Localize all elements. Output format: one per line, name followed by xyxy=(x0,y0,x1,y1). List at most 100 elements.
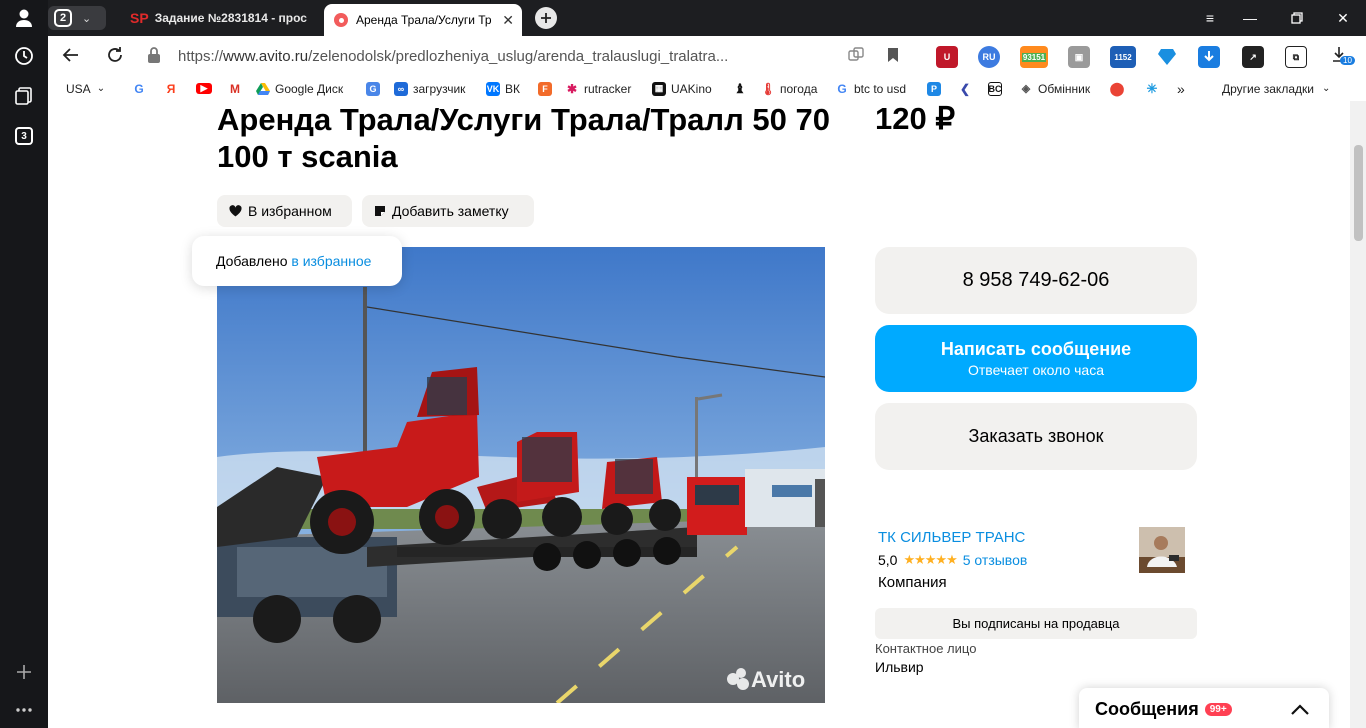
heart-icon xyxy=(229,205,242,217)
diamond-extension-icon[interactable] xyxy=(1156,46,1178,68)
calendar-extension-icon[interactable]: 1152 xyxy=(1110,46,1136,68)
bookmark-google[interactable]: G xyxy=(132,80,151,97)
bookmark-google-drive[interactable]: Google Диск xyxy=(256,80,343,97)
bookmark-weather[interactable]: 🌡︎ погода xyxy=(760,80,818,97)
note-icon xyxy=(375,206,385,216)
favorite-label: В избранном xyxy=(248,203,332,219)
messages-widget[interactable]: Сообщения 99+ xyxy=(1079,688,1329,728)
bookmark-yandex[interactable]: Я xyxy=(164,80,183,97)
bookmark-usa[interactable]: USA ⌄ xyxy=(66,80,105,97)
bookmark-label: загрузчик xyxy=(413,81,466,96)
write-message-button[interactable]: Написать сообщение Отвечает около часа xyxy=(875,325,1197,392)
bookmark-gmail[interactable]: M xyxy=(228,80,247,97)
toast-text: Добавлено xyxy=(216,253,288,269)
briefcase-extension-icon[interactable]: ▣ xyxy=(1068,46,1090,68)
bookmark-arrow[interactable]: ❮ xyxy=(958,80,977,97)
tab-avito[interactable]: Аренда Трала/Услуги Тр ✕ xyxy=(324,4,522,36)
bookmark-star[interactable]: ✳ xyxy=(1145,80,1164,97)
tab-task[interactable]: SP Задание №2831814 - прос xyxy=(122,4,322,32)
bookmark-maps[interactable]: ⬤ xyxy=(1110,80,1129,97)
calendar-badge: 1152 xyxy=(1114,52,1132,62)
request-callback-button[interactable]: Заказать звонок xyxy=(875,403,1197,470)
menu-icon[interactable]: ≡ xyxy=(1200,8,1220,28)
bookmark-chess[interactable]: ♝ xyxy=(733,80,752,97)
downloads-badge: 10 xyxy=(1340,56,1355,65)
more-icon[interactable] xyxy=(12,698,36,722)
ublock-extension-icon[interactable]: U xyxy=(936,46,958,68)
bookmark-btc[interactable]: Gbtc to usd xyxy=(835,80,906,97)
cloud-icon: ∞ xyxy=(394,81,408,96)
bookmark-icon[interactable] xyxy=(886,47,900,68)
toast-link[interactable]: в избранное xyxy=(291,253,371,269)
downloads-icon[interactable]: 10 xyxy=(1332,46,1355,68)
bookmark-youtube[interactable]: ▶ xyxy=(196,80,217,97)
contact-person-name: Ильвир xyxy=(875,659,924,675)
messages-badge: 99+ xyxy=(1204,702,1232,716)
download-extension-icon[interactable] xyxy=(1198,46,1220,68)
chess-icon: ♝ xyxy=(733,80,747,96)
show-phone-button[interactable]: 8 958 749-62-06 xyxy=(875,247,1197,314)
collections-icon[interactable] xyxy=(12,84,36,108)
bookmark-uakino[interactable]: ▦ UAKino xyxy=(652,80,712,97)
bookmark-exchange[interactable]: ◈ Обмінник xyxy=(1019,80,1090,97)
bookmark-downloader[interactable]: ∞ загрузчик xyxy=(394,80,465,97)
url-path: /zelenodolsk/predlozheniya_uslug/arenda_… xyxy=(308,47,729,65)
exchange-icon: ◈ xyxy=(1019,81,1033,96)
avatar[interactable] xyxy=(1139,527,1185,573)
favorite-button[interactable]: В избранном xyxy=(217,195,352,227)
bookmark-rutracker[interactable]: ✱ rutracker xyxy=(565,80,631,97)
counter-extension-icon[interactable]: 93151 xyxy=(1020,46,1048,68)
add-note-button[interactable]: Добавить заметку xyxy=(362,195,534,227)
chevron-down-icon: ⌄ xyxy=(82,12,92,25)
vpn-extension-icon[interactable]: RU xyxy=(978,46,1000,68)
bookmark-label: Другие закладки xyxy=(1222,81,1314,96)
vk-icon: VK xyxy=(486,81,500,96)
bookmark-translate[interactable]: G xyxy=(366,80,385,97)
other-bookmarks[interactable]: Другие закладки ⌄ xyxy=(1222,80,1330,97)
seller-name-link[interactable]: ТК СИЛЬВЕР ТРАНС xyxy=(878,529,1025,546)
tab-group-button[interactable]: 2 ⌄ xyxy=(48,6,106,30)
listing-price: 120 ₽ xyxy=(875,101,956,136)
close-icon[interactable]: ✕ xyxy=(502,12,514,29)
tab-label: Задание №2831814 - прос xyxy=(154,11,307,25)
bookmark-label: погода xyxy=(780,81,818,96)
add-icon[interactable] xyxy=(12,660,36,684)
thermometer-icon: 🌡︎ xyxy=(760,81,776,96)
back-icon[interactable] xyxy=(62,46,80,69)
bookmark-vk[interactable]: VK ВК xyxy=(486,80,520,97)
bookmark-bc[interactable]: BC xyxy=(988,80,1007,97)
request-callback-label: Заказать звонок xyxy=(968,426,1104,446)
arrow-icon: ❮ xyxy=(958,81,972,96)
messages-label: Сообщения xyxy=(1095,698,1199,719)
page-scrollbar[interactable] xyxy=(1350,101,1366,728)
reader-icon[interactable] xyxy=(848,47,864,68)
subscribed-button[interactable]: Вы подписаны на продавца xyxy=(875,608,1197,639)
url-host: www.avito.ru xyxy=(223,47,309,65)
share-extension-icon[interactable]: ↗ xyxy=(1242,46,1264,68)
restore-icon[interactable] xyxy=(1287,8,1307,28)
bookmark-parking[interactable]: P xyxy=(927,80,946,97)
tab-strip: 2 ⌄ SP Задание №2831814 - прос Аренда Тр… xyxy=(48,0,1366,36)
puzzle-extension-icon[interactable]: ⧉ xyxy=(1285,46,1307,68)
new-tab-button[interactable] xyxy=(535,7,557,29)
bookmarks-bar: USA ⌄ G Я ▶ M Google Диск G ∞ загрузчик VK… xyxy=(48,76,1366,102)
minimize-icon[interactable]: — xyxy=(1240,8,1260,28)
history-icon[interactable] xyxy=(12,44,36,68)
google-translate-icon: G xyxy=(366,81,380,96)
chevron-down-icon: ⌄ xyxy=(96,83,106,94)
more-bookmarks-button[interactable]: » xyxy=(1177,80,1185,97)
scrollbar-thumb[interactable] xyxy=(1354,145,1363,241)
tabs-counter-icon[interactable]: 3 xyxy=(12,124,36,148)
lock-icon[interactable] xyxy=(145,46,163,69)
listing-photo[interactable]: Avito xyxy=(217,247,825,703)
chevron-up-icon[interactable] xyxy=(1291,703,1309,715)
reload-icon[interactable] xyxy=(106,46,124,69)
url-field[interactable]: https://www.avito.ru/zelenodolsk/predloz… xyxy=(178,42,868,70)
profile-icon[interactable] xyxy=(12,6,36,30)
bookmark-f[interactable]: F xyxy=(538,80,557,97)
bookmark-label: UAKino xyxy=(671,81,712,96)
window-close-icon[interactable]: ✕ xyxy=(1333,8,1353,28)
reviews-link[interactable]: 5 отзывов xyxy=(963,552,1028,568)
bookmark-label: Обмінник xyxy=(1038,81,1091,96)
url-scheme: https:// xyxy=(178,47,224,65)
